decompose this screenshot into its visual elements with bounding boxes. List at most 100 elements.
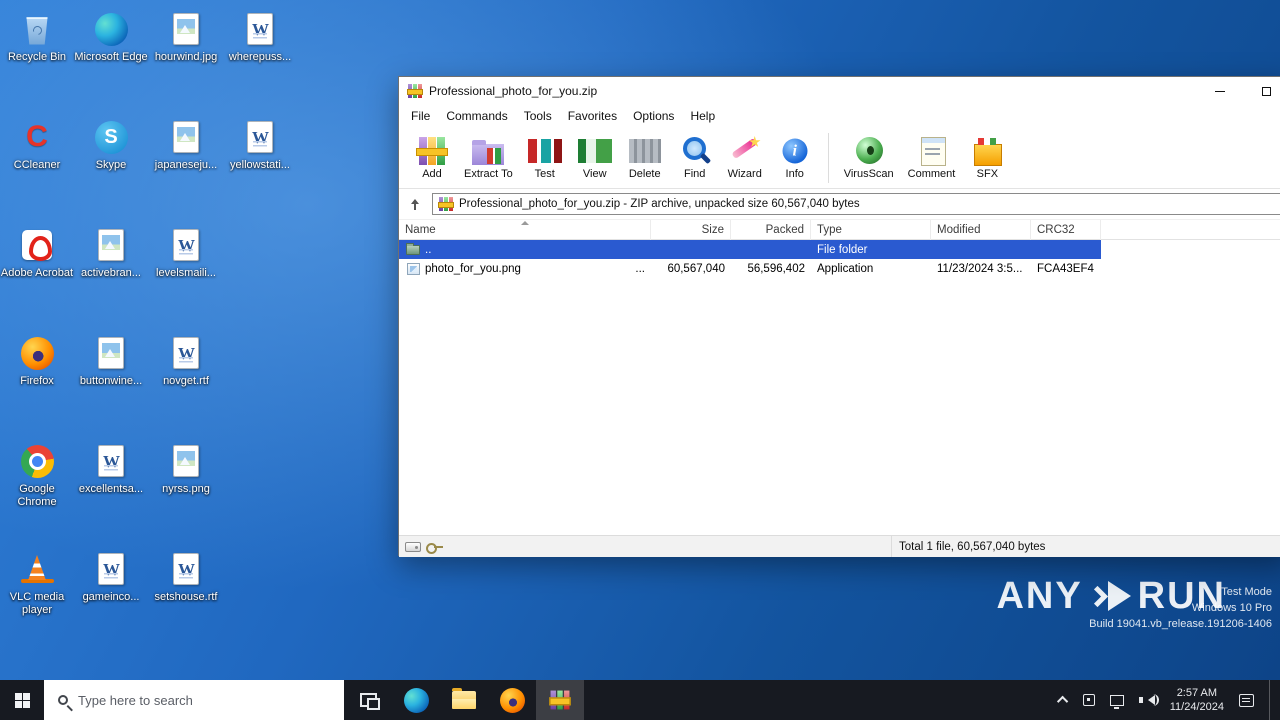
desktop-icon-excellentsa[interactable]: Wexcellentsa... (73, 442, 149, 496)
desktop-icon-novget[interactable]: Wnovget.rtf (148, 334, 224, 388)
desktop-icon-firefox[interactable]: Firefox (0, 334, 75, 388)
file-list: Name Size Packed Type Modified CRC32 .. File f… (399, 219, 1280, 535)
sfx-icon (969, 135, 1005, 167)
window-title: Professional_photo_for_you.zip (429, 84, 598, 98)
toolbar-add-button[interactable]: Add (407, 133, 457, 182)
toolbar-label: Comment (907, 168, 956, 180)
column-crc32[interactable]: CRC32 (1031, 220, 1101, 240)
desktop-icon-levelsmaili[interactable]: Wlevelsmaili... (148, 226, 224, 280)
title-bar: Professional_photo_for_you.zip (399, 77, 1280, 105)
desktop-icon-wherepuss[interactable]: Wwherepuss... (222, 10, 298, 64)
desktop-icon-microsoft-edge[interactable]: Microsoft Edge (73, 10, 149, 64)
desktop-icon-adobe-acrobat[interactable]: Adobe Acrobat (0, 226, 75, 280)
cell-size: 60,567,040 (667, 262, 725, 275)
action-center-icon[interactable] (1239, 693, 1254, 707)
cell-crc: FCA43EF4 (1037, 262, 1094, 275)
toolbar-virusscan-button[interactable]: VirusScan (837, 133, 901, 182)
show-desktop-button[interactable] (1269, 680, 1274, 720)
desktop-icon-skype[interactable]: S Skype (73, 118, 149, 172)
column-type[interactable]: Type (811, 220, 931, 240)
view-icon (576, 135, 613, 167)
desktop-icon-buttonwine[interactable]: buttonwine... (73, 334, 149, 388)
desktop-icon-activebran[interactable]: activebran... (73, 226, 149, 280)
network-icon[interactable] (1109, 694, 1124, 709)
minimize-icon (1215, 90, 1225, 92)
task-view-button[interactable] (344, 680, 392, 720)
toolbar-delete-button[interactable]: Delete (620, 133, 670, 182)
word-icon: W (73, 550, 149, 588)
taskbar-clock[interactable]: 2:57 AM 11/24/2024 (1170, 686, 1224, 714)
address-combo[interactable]: Professional_photo_for_you.zip - ZIP arc… (432, 193, 1280, 215)
skype-icon: S (73, 118, 149, 156)
up-button[interactable] (402, 193, 428, 215)
toolbar-view-button[interactable]: View (570, 133, 620, 182)
desktop-icon-vlc[interactable]: VLC media player (0, 550, 75, 617)
toolbar-label: Test (534, 168, 555, 180)
image-icon (73, 334, 149, 372)
file-rows: .. File folder photo_for_you.png... 60,567,… (399, 240, 1280, 278)
menu-options[interactable]: Options (625, 106, 682, 126)
toolbar-label: VirusScan (843, 168, 894, 180)
desktop-icon-recycle-bin[interactable]: Recycle Bin (0, 10, 75, 64)
menu-commands[interactable]: Commands (438, 106, 515, 126)
tray-expand-icon[interactable] (1056, 695, 1068, 708)
tray-app-icon[interactable] (1082, 694, 1095, 706)
add-icon (414, 135, 450, 167)
start-button[interactable] (0, 680, 44, 720)
toolbar-find-button[interactable]: Find (670, 133, 720, 182)
menu-tools[interactable]: Tools (516, 106, 560, 126)
toolbar-test-button[interactable]: Test (520, 133, 570, 182)
chrome-icon (0, 442, 75, 480)
address-text: Professional_photo_for_you.zip - ZIP arc… (459, 198, 860, 210)
maximize-button[interactable] (1243, 77, 1280, 105)
column-modified[interactable]: Modified (931, 220, 1031, 240)
column-name[interactable]: Name (399, 220, 651, 240)
taskbar-edge[interactable] (392, 680, 440, 720)
column-packed[interactable]: Packed (731, 220, 811, 240)
desktop-icon-gameinco[interactable]: Wgameinco... (73, 550, 149, 604)
taskbar-firefox[interactable] (488, 680, 536, 720)
toolbar-info-button[interactable]: Info (770, 133, 820, 182)
column-size[interactable]: Size (651, 220, 731, 240)
archive-icon (438, 196, 454, 212)
volume-icon[interactable] (1138, 694, 1159, 706)
desktop-icon-google-chrome[interactable]: Google Chrome (0, 442, 75, 509)
cell-packed: 56,596,402 (747, 262, 805, 275)
file-row-parent[interactable]: .. File folder (399, 240, 1101, 259)
vlc-icon (0, 550, 75, 588)
column-headers: Name Size Packed Type Modified CRC32 (399, 220, 1280, 240)
virusscan-icon (851, 135, 887, 167)
menu-file[interactable]: File (403, 106, 438, 126)
menu-help[interactable]: Help (682, 106, 723, 126)
windows-logo-icon (14, 692, 30, 708)
toolbar-extract-button[interactable]: Extract To (457, 133, 520, 182)
desktop-icon-nyrss[interactable]: nyrss.png (148, 442, 224, 496)
taskbar-winrar[interactable] (536, 680, 584, 720)
desktop-icon-label: novget.rtf (163, 375, 209, 387)
desktop-icon-ccleaner[interactable]: C CCleaner (0, 118, 75, 172)
comment-icon (914, 135, 950, 167)
toolbar-wizard-button[interactable]: Wizard (720, 133, 770, 182)
desktop-icon-yellowstati[interactable]: Wyellowstati... (222, 118, 298, 172)
menu-favorites[interactable]: Favorites (560, 106, 625, 126)
desktop-icon-label: CCleaner (13, 159, 61, 171)
delete-icon (626, 135, 663, 167)
taskbar-search[interactable]: Type here to search (44, 680, 344, 720)
sort-ascending-icon (520, 220, 529, 225)
desktop-icon-setshouse[interactable]: Wsetshouse.rtf (148, 550, 224, 604)
image-icon (148, 118, 224, 156)
desktop-icon-japaneseju[interactable]: japaneseju... (148, 118, 224, 172)
file-row-1[interactable]: photo_for_you.png... 60,567,040 56,596,402… (399, 259, 1101, 278)
desktop-icon-hourwind[interactable]: hourwind.jpg (148, 10, 224, 64)
toolbar-label: Extract To (464, 168, 513, 180)
app-file-icon (407, 262, 420, 275)
cell-crc (1031, 240, 1101, 259)
file-name: photo_for_you.png (425, 262, 521, 275)
minimize-button[interactable] (1197, 77, 1243, 105)
desktop-icon-label: Skype (95, 159, 127, 171)
toolbar-sfx-button[interactable]: SFX (962, 133, 1012, 182)
taskbar-explorer[interactable] (440, 680, 488, 720)
toolbar-comment-button[interactable]: Comment (901, 133, 963, 182)
desktop-icon-label: yellowstati... (230, 159, 290, 171)
watermark-build: Build 19041.vb_release.191206-1406 (1089, 618, 1272, 630)
